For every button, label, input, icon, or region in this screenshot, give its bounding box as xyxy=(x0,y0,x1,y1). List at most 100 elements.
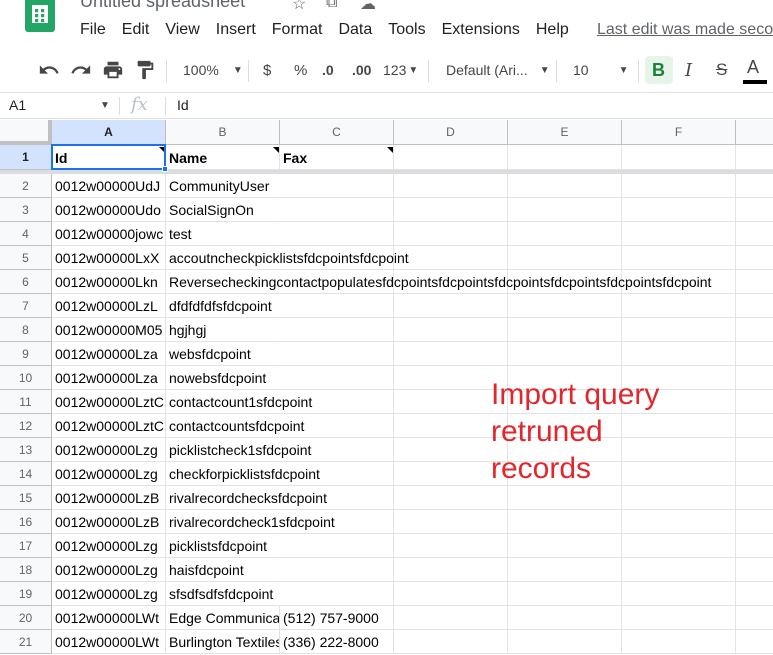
cell-e17[interactable] xyxy=(508,534,622,558)
cell-e4[interactable] xyxy=(508,222,622,246)
cell-a3[interactable]: 0012w00000Udo xyxy=(52,198,166,222)
row-header-18[interactable]: 18 xyxy=(0,558,52,582)
cell-f18[interactable] xyxy=(622,558,736,582)
cell-e3[interactable] xyxy=(508,198,622,222)
cell-d8[interactable] xyxy=(394,318,508,342)
cell-d7[interactable] xyxy=(394,294,508,318)
row-header-8[interactable]: 8 xyxy=(0,318,52,342)
cell-f16[interactable] xyxy=(622,510,736,534)
cell-c10[interactable] xyxy=(280,366,394,390)
row-header-5[interactable]: 5 xyxy=(0,246,52,270)
cell-a8[interactable]: 0012w00000M05 xyxy=(52,318,166,342)
column-header-a[interactable]: A xyxy=(52,120,166,145)
row-header-11[interactable]: 11 xyxy=(0,390,52,414)
cell-a5[interactable]: 0012w00000LxX xyxy=(52,246,166,270)
cell-a19[interactable]: 0012w00000Lzg xyxy=(52,582,166,606)
cell-e19[interactable] xyxy=(508,582,622,606)
cell-g2[interactable] xyxy=(736,174,773,198)
cell-a4[interactable]: 0012w00000jowc xyxy=(52,222,166,246)
cell-b3[interactable]: SocialSignOn xyxy=(166,198,280,222)
cell-g3[interactable] xyxy=(736,198,773,222)
cell-d18[interactable] xyxy=(394,558,508,582)
cell-g8[interactable] xyxy=(736,318,773,342)
cell-g6[interactable] xyxy=(736,270,773,294)
row-header-10[interactable]: 10 xyxy=(0,366,52,390)
cell-c4[interactable] xyxy=(280,222,394,246)
row-header-17[interactable]: 17 xyxy=(0,534,52,558)
increase-decimal-button[interactable]: .00 xyxy=(352,48,371,92)
cell-g19[interactable] xyxy=(736,582,773,606)
cell-b16[interactable]: rivalrecordcheck1sfdcpoint xyxy=(166,510,335,534)
name-box[interactable]: A1 xyxy=(9,97,26,113)
cell-e21[interactable] xyxy=(508,630,622,654)
cell-a2[interactable]: 0012w00000UdJ xyxy=(52,174,166,198)
cell-a16[interactable]: 0012w00000LzB xyxy=(52,510,166,534)
cell-e15[interactable] xyxy=(508,486,622,510)
cell-b13[interactable]: picklistcheck1sfdcpoint xyxy=(166,438,311,462)
cell-b2[interactable]: CommunityUser xyxy=(166,174,280,198)
last-edit-link[interactable]: Last edit was made seconds ago xyxy=(597,21,773,39)
print-icon[interactable] xyxy=(102,48,124,92)
cell-a10[interactable]: 0012w00000Lza xyxy=(52,366,166,390)
font-family-select[interactable]: Default (Ari... ▼ xyxy=(446,48,550,92)
column-header-b[interactable]: B xyxy=(166,120,280,145)
cell-a15[interactable]: 0012w00000LzB xyxy=(52,486,166,510)
cell-g20[interactable] xyxy=(736,606,773,630)
menu-extensions[interactable]: Extensions xyxy=(442,21,520,39)
cell-a1[interactable]: Id xyxy=(52,145,166,170)
cell-d20[interactable] xyxy=(394,606,508,630)
fill-handle[interactable] xyxy=(162,166,168,172)
cell-d15[interactable] xyxy=(394,486,508,510)
cell-c2[interactable] xyxy=(280,174,394,198)
cell-f3[interactable] xyxy=(622,198,736,222)
row-header-6[interactable]: 6 xyxy=(0,270,52,294)
cell-d2[interactable] xyxy=(394,174,508,198)
cell-b19[interactable]: sfsdfsdfsfdcpoint xyxy=(166,582,280,606)
cell-g17[interactable] xyxy=(736,534,773,558)
column-header-d[interactable]: D xyxy=(394,120,508,145)
cell-a17[interactable]: 0012w00000Lzg xyxy=(52,534,166,558)
cell-c18[interactable] xyxy=(280,558,394,582)
star-icon[interactable]: ☆ xyxy=(292,0,306,14)
cell-b14[interactable]: checkforpicklistsfdcpoint xyxy=(166,462,320,486)
cell-b18[interactable]: haisfdcpoint xyxy=(166,558,280,582)
row-header-3[interactable]: 3 xyxy=(0,198,52,222)
row-header-16[interactable]: 16 xyxy=(0,510,52,534)
cell-d17[interactable] xyxy=(394,534,508,558)
menu-file[interactable]: File xyxy=(80,21,106,39)
cell-b1[interactable]: Name xyxy=(166,145,280,170)
undo-icon[interactable] xyxy=(38,48,60,92)
cell-g18[interactable] xyxy=(736,558,773,582)
paint-format-icon[interactable] xyxy=(134,48,156,92)
cell-g9[interactable] xyxy=(736,342,773,366)
cell-f19[interactable] xyxy=(622,582,736,606)
cell-g1[interactable] xyxy=(736,145,773,170)
cell-b9[interactable]: websfdcpoint xyxy=(166,342,280,366)
cell-d1[interactable] xyxy=(394,145,508,170)
cell-c19[interactable] xyxy=(280,582,394,606)
cell-f20[interactable] xyxy=(622,606,736,630)
cell-e20[interactable] xyxy=(508,606,622,630)
percent-format-button[interactable]: % xyxy=(294,48,307,92)
document-title[interactable]: Untitled spreadsheet xyxy=(80,0,245,12)
currency-format-button[interactable]: $ xyxy=(263,48,271,92)
move-icon[interactable]: ⧉ xyxy=(326,0,337,12)
cell-c3[interactable] xyxy=(280,198,394,222)
cell-g5[interactable] xyxy=(736,246,773,270)
cell-d5[interactable] xyxy=(394,246,508,270)
cell-e5[interactable] xyxy=(508,246,622,270)
cell-e18[interactable] xyxy=(508,558,622,582)
cell-a20[interactable]: 0012w00000LWt xyxy=(52,606,166,630)
cell-g16[interactable] xyxy=(736,510,773,534)
cell-c8[interactable] xyxy=(280,318,394,342)
cell-g15[interactable] xyxy=(736,486,773,510)
redo-icon[interactable] xyxy=(70,48,92,92)
strikethrough-button[interactable]: S xyxy=(716,48,727,92)
cell-a7[interactable]: 0012w00000LzL xyxy=(52,294,166,318)
cell-b5[interactable]: accoutncheckpicklistsfdcpointsfdcpoint xyxy=(166,246,409,270)
decrease-decimal-button[interactable]: .0 xyxy=(322,48,334,92)
cell-b11[interactable]: contactcount1sfdcpoint xyxy=(166,390,312,414)
cell-f9[interactable] xyxy=(622,342,736,366)
row-header-13[interactable]: 13 xyxy=(0,438,52,462)
cell-f15[interactable] xyxy=(622,486,736,510)
